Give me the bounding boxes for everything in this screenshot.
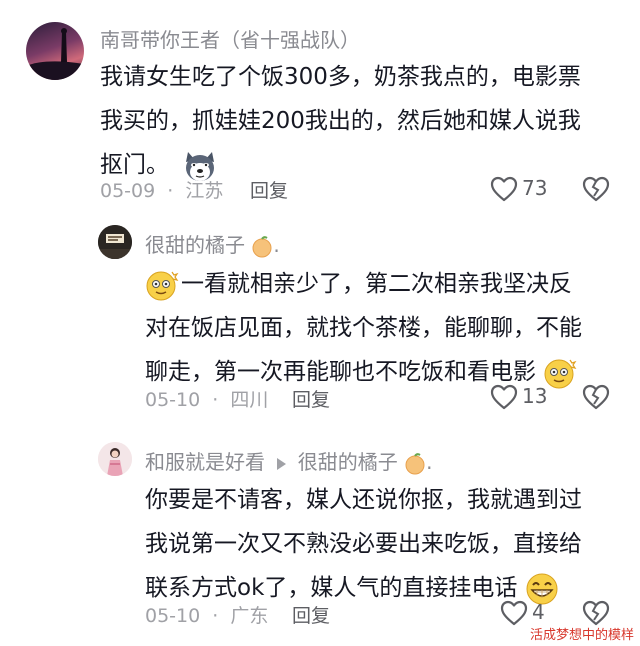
like-count: 73	[522, 176, 548, 200]
comment-line-text: 抠门。	[100, 152, 169, 178]
comment-line: 我说第一次又不熟没必要出来吃饭，直接给	[145, 531, 582, 557]
comment-author[interactable]: 南哥带你王者（省十强战队）	[100, 24, 360, 53]
comment-date: 05-10	[145, 605, 201, 627]
watermark: 活成梦想中的模样	[530, 628, 635, 643]
comment-line-text: 一看就相亲少了，第二次相亲我坚决反	[181, 271, 572, 297]
dislike-broken-heart-icon[interactable]	[582, 176, 610, 202]
orange-emoji-icon	[404, 452, 426, 475]
comment-line-text: 聊走，第一次再能聊也不吃饭和看电影	[145, 359, 536, 385]
like-heart-icon	[490, 176, 518, 202]
avatar[interactable]	[98, 442, 132, 476]
comment-line: 我请女生吃了个饭300多，奶茶我点的，电影票	[100, 64, 581, 90]
like-count: 13	[522, 384, 548, 408]
reply-to-author[interactable]: 很甜的橘子	[298, 450, 398, 474]
reply-button[interactable]: 回复	[292, 601, 330, 628]
like-count: 4	[532, 600, 545, 624]
reply-button[interactable]: 回复	[292, 385, 330, 412]
comment-meta: 05-10 · 广东	[145, 601, 268, 628]
trailing-dot: .	[273, 233, 280, 257]
reply-author-row: 很甜的橘子 .	[145, 229, 280, 258]
dislike-broken-heart-icon[interactable]	[582, 384, 610, 410]
avatar[interactable]	[98, 225, 132, 259]
comment-line: 一看就相亲少了，第二次相亲我坚决反	[145, 262, 625, 306]
meta-separator: ·	[212, 389, 219, 411]
reply-button[interactable]: 回复	[250, 176, 288, 203]
comment-text: 我请女生吃了个饭300多，奶茶我点的，电影票 我买的，抓娃娃200我出的，然后她…	[100, 55, 620, 187]
comment-line: 对在饭店见面，就找个茶楼，能聊聊，不能	[145, 315, 582, 341]
dizzy-emoji-icon	[145, 268, 179, 302]
comment-author[interactable]: 和服就是好看	[145, 450, 265, 474]
comment-location: 广东	[230, 605, 269, 627]
comment-meta: 05-09 · 江苏	[100, 176, 223, 203]
comment-location: 江苏	[185, 180, 224, 202]
reply-author-row: 和服就是好看 很甜的橘子 .	[145, 446, 432, 476]
comment-meta: 05-10 · 四川	[145, 385, 268, 412]
comment-text: 你要是不请客，媒人还说你抠，我就遇到过 我说第一次又不熟没必要出来吃饭，直接给 …	[145, 478, 625, 610]
comment-location: 四川	[230, 389, 269, 411]
like-button[interactable]: 13	[490, 382, 570, 412]
comment-text: 一看就相亲少了，第二次相亲我坚决反 对在饭店见面，就找个茶楼，能聊聊，不能 聊走…	[145, 262, 625, 394]
comment-line: 你要是不请客，媒人还说你抠，我就遇到过	[145, 487, 582, 513]
meta-separator: ·	[212, 605, 219, 627]
orange-emoji-icon	[251, 235, 273, 258]
meta-separator: ·	[167, 180, 174, 202]
dislike-broken-heart-icon[interactable]	[582, 600, 610, 626]
comment-line: 我买的，抓娃娃200我出的，然后她和媒人说我	[100, 108, 581, 134]
comment-date: 05-10	[145, 389, 201, 411]
comment-author[interactable]: 很甜的橘子	[145, 233, 245, 257]
reply-arrow-icon	[275, 452, 287, 476]
trailing-dot: .	[426, 450, 433, 474]
comment-date: 05-09	[100, 180, 156, 202]
avatar[interactable]	[26, 22, 84, 80]
like-button[interactable]: 73	[490, 174, 570, 204]
comment-line-text: 联系方式ok了，媒人气的直接挂电话	[145, 575, 518, 601]
like-heart-icon	[500, 600, 528, 626]
like-heart-icon	[490, 384, 518, 410]
